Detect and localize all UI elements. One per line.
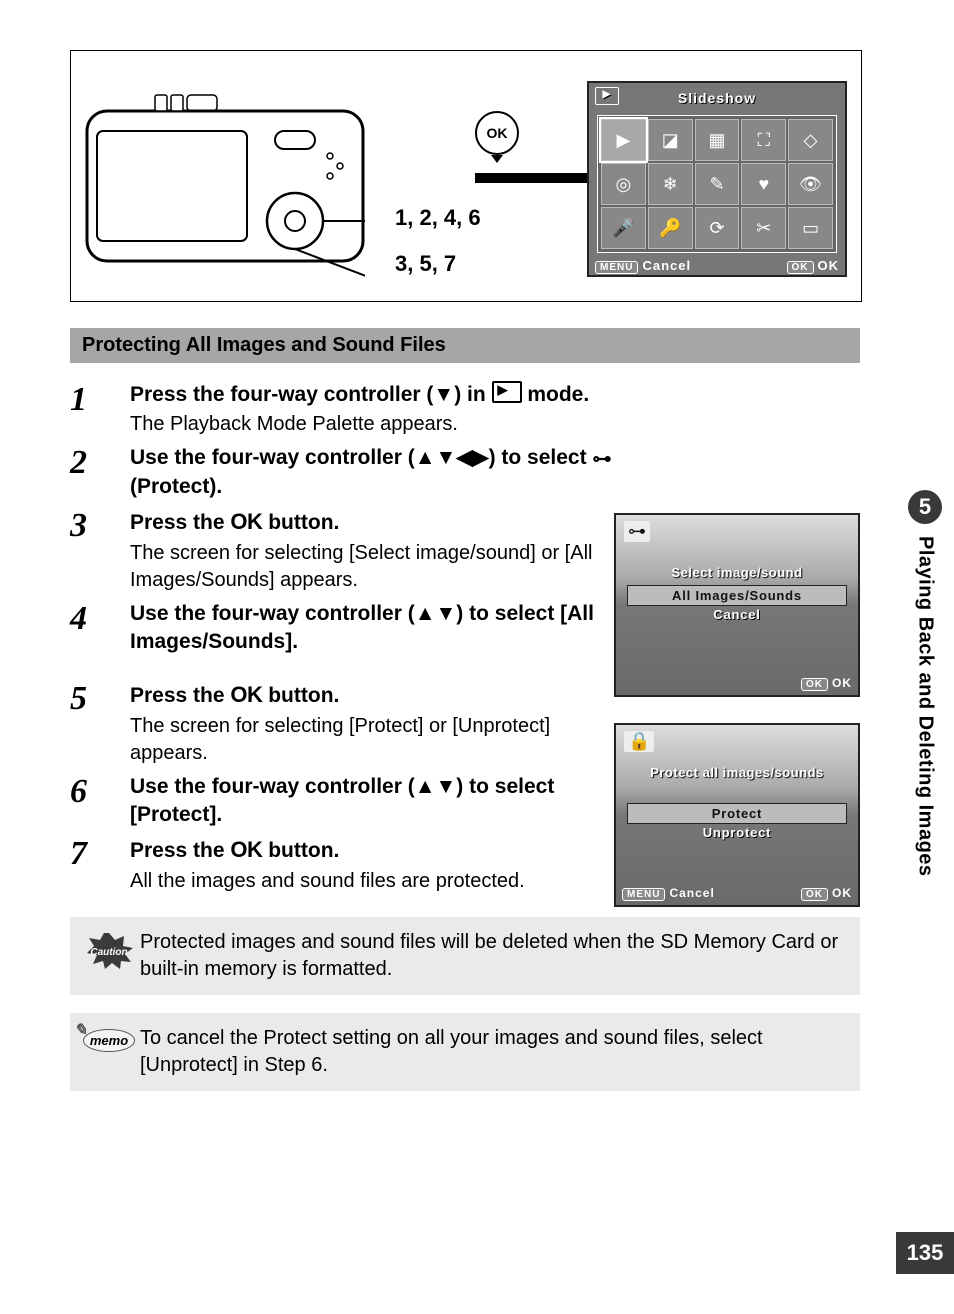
palette-cell: ◪ [648, 119, 693, 161]
caution-box: Caution Protected images and sound files… [70, 917, 860, 995]
memo-icon: memo [78, 1025, 140, 1053]
section-header: Protecting All Images and Sound Files [70, 328, 860, 363]
palette-screen: ▶ Slideshow ▶ ◪ ▦ ⛶ ◇ ◎ ❄ ✎ ♥ 👁 🎤 🔑 ⟳ ✂ … [587, 81, 847, 277]
mini-screen-title: Select image/sound [616, 565, 858, 580]
menu-item-protect: Protect [628, 804, 846, 823]
palette-cell: ♥ [741, 163, 786, 205]
mini-menu: All Images/Sounds Cancel [628, 586, 846, 624]
step-1: 1 Press the four-way controller (▼) in m… [70, 381, 860, 438]
mini-foot-ok: OKOK [801, 676, 852, 691]
palette-cell: ◇ [788, 119, 833, 161]
ok-button-icon: OK [801, 678, 828, 691]
palette-cell: ▭ [788, 207, 833, 249]
mini-screen-select: ⊶ Select image/sound All Images/Sounds C… [614, 513, 860, 697]
step-head: Use the four-way controller (▲▼) to sele… [130, 600, 600, 657]
palette-cell: ▶ [601, 119, 646, 161]
step-head: Press the OK button. [130, 680, 600, 710]
chapter-number-badge: 5 [908, 490, 942, 524]
palette-cell: 🔑 [648, 207, 693, 249]
caution-icon: Caution [78, 929, 140, 969]
arrow-icon [475, 173, 605, 183]
chapter-title: Playing Back and Deleting Images [914, 536, 937, 877]
palette-cancel: MENUCancel [595, 258, 691, 274]
step-number: 6 [70, 773, 130, 830]
ok-button-icon: OK [787, 261, 814, 274]
palette-cell: ✂ [741, 207, 786, 249]
step-number: 3 [70, 507, 130, 593]
step-sub: The screen for selecting [Protect] or [U… [130, 713, 600, 767]
mini-screen-title: Protect all images/sounds [616, 765, 858, 780]
caution-text: Protected images and sound files will be… [140, 929, 846, 983]
menu-item-unprotect: Unprotect [628, 823, 846, 842]
palette-cell: 👁 [788, 163, 833, 205]
palette-grid: ▶ ◪ ▦ ⛶ ◇ ◎ ❄ ✎ ♥ 👁 🎤 🔑 ⟳ ✂ ▭ [597, 115, 837, 253]
palette-cell: ⟳ [695, 207, 740, 249]
ok-label-inline: OK [230, 682, 262, 707]
menu-button-icon: MENU [595, 261, 638, 274]
step-label-ok: 3, 5, 7 [395, 251, 456, 277]
mini-foot-ok: OKOK [801, 886, 852, 901]
step-head: Press the four-way controller (▼) in mod… [130, 381, 860, 409]
step-number: 7 [70, 835, 130, 894]
step-number: 1 [70, 381, 130, 438]
step-head: Use the four-way controller (▲▼) to sele… [130, 773, 600, 830]
ok-button-icon: OK [801, 888, 828, 901]
step-2: 2 Use the four-way controller (▲▼◀▶) to … [70, 444, 860, 501]
memo-box: memo To cancel the Protect setting on al… [70, 1013, 860, 1091]
camera-illustration [85, 91, 365, 281]
ok-label-inline: OK [230, 509, 262, 534]
ok-button-callout: OK [475, 111, 519, 155]
playback-mode-icon [492, 381, 522, 403]
step-label-dpad: 1, 2, 4, 6 [395, 205, 481, 231]
svg-text:Caution: Caution [90, 947, 127, 958]
menu-item-cancel: Cancel [628, 605, 846, 624]
palette-cell: ▦ [695, 119, 740, 161]
menu-button-icon: MENU [622, 888, 665, 901]
mini-foot-cancel: MENUCancel [622, 886, 715, 901]
palette-title: Slideshow [678, 90, 756, 106]
step-number: 4 [70, 600, 130, 657]
palette-cell: 🎤 [601, 207, 646, 249]
mini-menu: Protect Unprotect [628, 804, 846, 842]
top-diagram: OK 1, 2, 4, 6 3, 5, 7 ▶ Slideshow ▶ ◪ ▦ … [70, 50, 862, 302]
steps-container: 1 Press the four-way controller (▼) in m… [70, 381, 860, 895]
step-head: Use the four-way controller (▲▼◀▶) to se… [130, 444, 860, 501]
palette-cell: ✎ [695, 163, 740, 205]
step-sub: The Playback Mode Palette appears. [130, 411, 860, 438]
step-number: 2 [70, 444, 130, 501]
palette-cell: ⛶ [741, 119, 786, 161]
page-number: 135 [896, 1232, 954, 1274]
step-number: 5 [70, 680, 130, 766]
menu-item-all: All Images/Sounds [628, 586, 846, 605]
mini-screen-protect: 🔒 Protect all images/sounds Protect Unpr… [614, 723, 860, 907]
palette-ok: OKOK [787, 258, 840, 274]
palette-cell: ◎ [601, 163, 646, 205]
manual-page: 5 Playing Back and Deleting Images 135 O… [0, 0, 954, 1314]
palette-cell: ❄ [648, 163, 693, 205]
protect-icon: ⊶ [592, 447, 611, 473]
step-head: Press the OK button. [130, 507, 600, 537]
playback-icon: ▶ [595, 87, 619, 105]
step-sub: The screen for selecting [Select image/s… [130, 540, 600, 594]
memo-text: To cancel the Protect setting on all you… [140, 1025, 846, 1079]
chapter-tab: 5 Playing Back and Deleting Images [896, 490, 954, 1230]
protect-icon: ⊶ [624, 521, 650, 542]
ok-label-inline: OK [230, 837, 262, 862]
lock-icon: 🔒 [624, 731, 654, 752]
